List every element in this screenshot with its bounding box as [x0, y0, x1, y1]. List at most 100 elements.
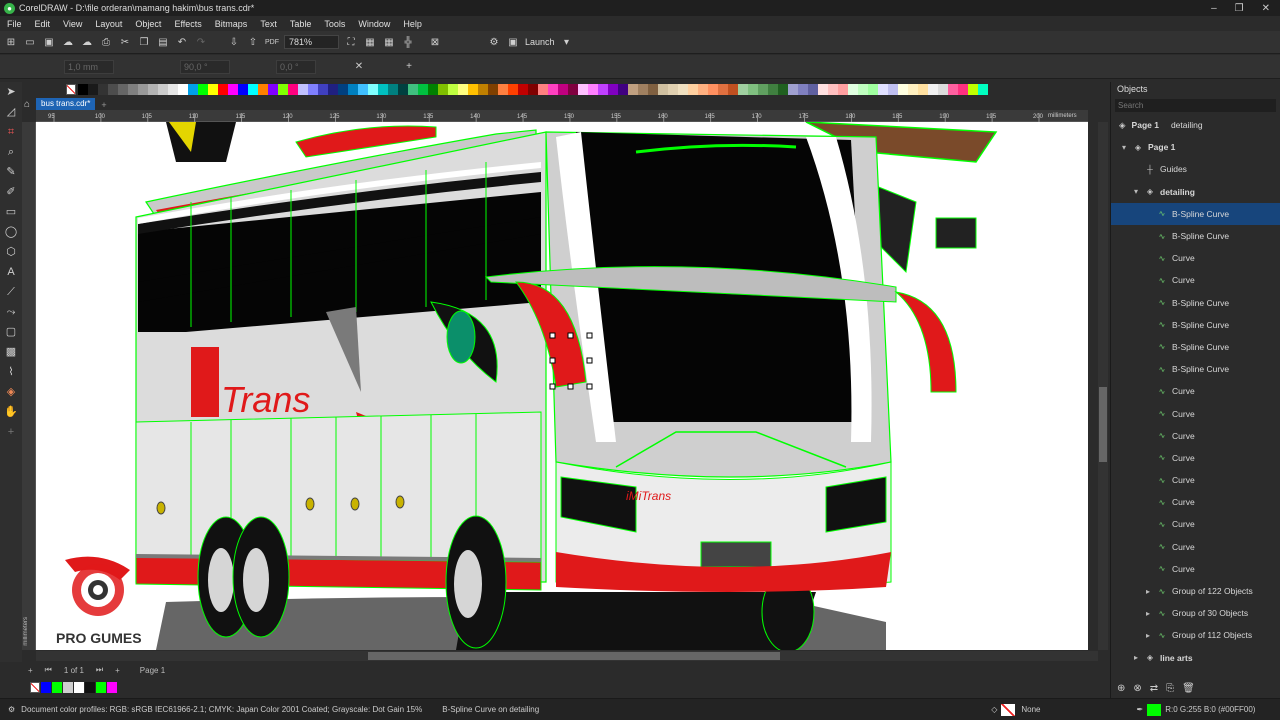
palette-swatch[interactable]	[488, 83, 498, 95]
palette-swatch[interactable]	[178, 83, 188, 95]
palette-swatch[interactable]	[948, 83, 958, 95]
palette-swatch[interactable]	[318, 83, 328, 95]
drop-shadow-icon[interactable]: ▢	[0, 322, 22, 342]
palette-swatch[interactable]	[158, 83, 168, 95]
menu-effects[interactable]: Effects	[167, 19, 207, 29]
new-layer-icon[interactable]: ⊕	[1117, 683, 1125, 694]
objects-tree-row[interactable]: ▸ ∿ Group of 122 Objects	[1111, 580, 1280, 602]
swatch-blue[interactable]	[41, 681, 51, 693]
save-icon[interactable]: ▣	[42, 36, 56, 49]
palette-swatch[interactable]	[218, 83, 228, 95]
home-icon[interactable]: ⌂	[24, 99, 30, 110]
snap-icon[interactable]: ⊠	[428, 36, 442, 49]
smooth-node-icon[interactable]: ✕	[352, 60, 366, 73]
options-gear-icon[interactable]: ⚙	[487, 36, 501, 49]
redo-icon[interactable]: ↷	[194, 36, 208, 49]
menu-view[interactable]: View	[56, 19, 88, 29]
palette-swatch[interactable]	[858, 83, 868, 95]
show-grid-icon[interactable]: ▦	[382, 36, 396, 49]
palette-swatch[interactable]	[98, 83, 108, 95]
objects-tree-row[interactable]: ∿ Curve	[1111, 491, 1280, 513]
horizontal-scrollbar[interactable]	[36, 651, 1098, 661]
objects-tree-row[interactable]: ∿ Curve	[1111, 447, 1280, 469]
export-pdf-icon[interactable]: PDF	[265, 36, 279, 49]
palette-swatch[interactable]	[88, 83, 98, 95]
menu-layout[interactable]: Layout	[88, 19, 128, 29]
expand-arrow-icon[interactable]: ▸	[1141, 631, 1155, 640]
palette-swatch[interactable]	[568, 83, 578, 95]
palette-swatch[interactable]	[738, 83, 748, 95]
palette-swatch[interactable]	[258, 83, 268, 95]
connector-tool-icon[interactable]: ⤳	[0, 302, 22, 322]
vertical-scrollbar[interactable]	[1098, 122, 1108, 650]
objects-tree-row[interactable]: ∿ B-Spline Curve	[1111, 225, 1280, 247]
palette-swatch[interactable]	[588, 83, 598, 95]
objects-tree-row[interactable]: ▸ ∿ Group of 112 Objects	[1111, 624, 1280, 646]
palette-swatch[interactable]	[578, 83, 588, 95]
ellipse-tool-icon[interactable]: ◯	[0, 222, 22, 242]
palette-swatch[interactable]	[888, 83, 898, 95]
expand-arrow-icon[interactable]: ▸	[1141, 587, 1155, 596]
palette-swatch[interactable]	[168, 83, 178, 95]
horizontal-scroll-thumb[interactable]	[368, 652, 780, 660]
expand-arrow-icon[interactable]: ▸	[1141, 609, 1155, 618]
palette-swatch[interactable]	[478, 83, 488, 95]
new-master-layer-icon[interactable]: ⊗	[1133, 683, 1141, 694]
palette-swatch[interactable]	[958, 83, 968, 95]
export-icon[interactable]: ⇧	[246, 36, 260, 49]
palette-swatch[interactable]	[298, 83, 308, 95]
palette-swatch[interactable]	[368, 83, 378, 95]
palette-swatch[interactable]	[458, 83, 468, 95]
menu-table[interactable]: Table	[283, 19, 318, 29]
palette-swatch[interactable]	[708, 83, 718, 95]
palette-swatch[interactable]	[388, 83, 398, 95]
palette-swatch[interactable]	[968, 83, 978, 95]
palette-swatch[interactable]	[978, 83, 988, 95]
objects-tree-row[interactable]: ∿ B-Spline Curve	[1111, 292, 1280, 314]
objects-tree-row[interactable]: ∿ Curve	[1111, 269, 1280, 291]
swatch-grey[interactable]	[63, 681, 73, 693]
palette-swatch[interactable]	[638, 83, 648, 95]
objects-search-input[interactable]: Search	[1115, 99, 1276, 112]
swatch-black[interactable]	[85, 681, 95, 693]
palette-swatch[interactable]	[248, 83, 258, 95]
menu-object[interactable]: Object	[128, 19, 167, 29]
palette-swatch[interactable]	[608, 83, 618, 95]
swatch-magenta[interactable]	[107, 681, 117, 693]
palette-swatch[interactable]	[188, 83, 198, 95]
launch-button[interactable]: Launch	[525, 37, 555, 47]
pick-tool-icon[interactable]: ➤	[0, 82, 22, 102]
menu-bitmaps[interactable]: Bitmaps	[208, 19, 254, 29]
menu-edit[interactable]: Edit	[28, 19, 57, 29]
new-document-icon[interactable]: ⊞	[4, 36, 18, 49]
show-guidelines-icon[interactable]: ╬	[401, 36, 415, 49]
objects-tree-row[interactable]: ∿ Curve	[1111, 402, 1280, 424]
no-color-swatch[interactable]	[66, 83, 76, 95]
tab-bus-trans[interactable]: bus trans.cdr*	[36, 98, 96, 110]
document-palette[interactable]	[30, 680, 230, 694]
palette-swatch[interactable]	[328, 83, 338, 95]
cut-icon[interactable]: ✂	[118, 36, 132, 49]
zoom-level-input[interactable]: 781%	[284, 35, 339, 49]
cloud-upload-icon[interactable]: ☁	[61, 36, 75, 49]
palette-swatch[interactable]	[878, 83, 888, 95]
vertical-scroll-thumb[interactable]	[1099, 387, 1107, 462]
swatch-white[interactable]	[74, 681, 84, 693]
palette-swatch[interactable]	[278, 83, 288, 95]
undo-icon[interactable]: ↶	[175, 36, 189, 49]
palette-swatch[interactable]	[648, 83, 658, 95]
polygon-tool-icon[interactable]: ⬡	[0, 242, 22, 262]
objects-tree-row[interactable]: ▸ ∿ Group of 30 Objects	[1111, 602, 1280, 624]
bus-illustration[interactable]: Trans iMiTrans	[36, 122, 1088, 650]
palette-swatch[interactable]	[198, 83, 208, 95]
palette-swatch[interactable]	[848, 83, 858, 95]
palette-swatch[interactable]	[798, 83, 808, 95]
palette-swatch[interactable]	[528, 83, 538, 95]
print-icon[interactable]: ⎙	[99, 36, 113, 49]
palette-swatch[interactable]	[678, 83, 688, 95]
palette-swatch[interactable]	[138, 83, 148, 95]
objects-tree-row[interactable]: ∿ Curve	[1111, 425, 1280, 447]
zoom-tool-icon[interactable]: ⌕	[0, 142, 22, 162]
vertical-ruler[interactable]: millimeters	[22, 122, 36, 650]
palette-swatch[interactable]	[838, 83, 848, 95]
